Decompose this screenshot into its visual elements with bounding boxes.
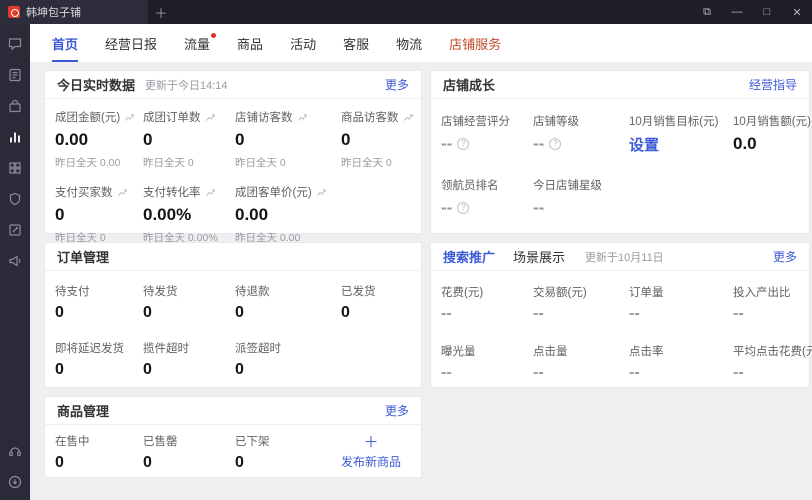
trend-icon <box>117 188 127 196</box>
nav-daily-report[interactable]: 经营日报 <box>105 24 157 62</box>
metric-cell: 今日店铺星级 -- <box>533 180 602 217</box>
metric-cell[interactable]: 在售中 0 <box>55 433 143 472</box>
metric-cell: 平均点击花费(元) -- <box>733 346 812 381</box>
metric-cell: 商品访客数 0 昨日全天 0 <box>341 109 413 170</box>
trend-icon <box>125 113 134 121</box>
card-promotion: 搜索推广 场景展示 更新于10月11日 更多 花费(元) -- 交易额(元) -… <box>430 242 812 388</box>
info-icon[interactable]: ? <box>457 202 470 214</box>
card-title: 商品管理 <box>57 404 110 419</box>
info-icon[interactable]: ? <box>549 138 562 150</box>
card-shop-growth: 店铺成长 经营指导 店铺经营评分 --? 店铺等级 --? 10月销售目标(元)… <box>430 70 811 234</box>
updated-at: 更新于10月11日 <box>585 251 664 264</box>
sidebar <box>0 24 30 500</box>
megaphone-icon[interactable] <box>7 253 23 269</box>
window-controls: ⧉ — □ ✕ <box>692 0 812 24</box>
card-order-management: 订单管理 待支付 0 待发货 0 待退款 0 已发货 0 即将延迟发货 0 揽件… <box>44 242 422 388</box>
red-dot-badge <box>211 33 217 38</box>
metric-cell: 店铺经营评分 --? <box>441 116 510 153</box>
close-icon[interactable]: ✕ <box>782 0 812 24</box>
metric-cell: 成团订单数 0 昨日全天 0 <box>143 109 235 170</box>
trend-icon <box>205 188 215 196</box>
metric-cell: 交易额(元) -- <box>533 287 587 322</box>
publish-product-button[interactable]: ＋ 发布新商品 <box>341 433 415 472</box>
card-realtime-data: 今日实时数据 更新于今日14:14 更多 成团金额(元) 0.00 昨日全天 0… <box>44 70 422 244</box>
metric-cell[interactable]: 即将延迟发货 0 <box>55 340 143 379</box>
window-title: 韩坤包子铺 <box>26 7 81 19</box>
nav-logistics[interactable]: 物流 <box>396 24 422 62</box>
metric-cell: 店铺访客数 0 昨日全天 0 <box>235 109 341 170</box>
popout-icon[interactable]: ⧉ <box>692 0 722 24</box>
updated-at: 更新于今日14:14 <box>145 79 228 92</box>
card-title: 订单管理 <box>57 250 110 265</box>
card-title: 今日实时数据 <box>57 78 136 93</box>
download-icon[interactable] <box>7 474 23 490</box>
metric-cell: 花费(元) -- <box>441 287 484 322</box>
marketing-edit-icon[interactable] <box>7 222 23 238</box>
tab-scene-display[interactable]: 场景展示 <box>513 247 565 266</box>
nav-traffic[interactable]: 流量 <box>184 24 217 62</box>
metric-cell: 点击率 -- <box>629 346 664 381</box>
metric-cell[interactable]: 派签超时 0 <box>235 340 341 379</box>
shop-bag-icon[interactable] <box>7 98 23 114</box>
business-guide-link[interactable]: 经营指导 <box>749 76 797 93</box>
metric-cell: 点击量 -- <box>533 346 568 381</box>
trend-icon <box>205 113 215 121</box>
chat-icon[interactable] <box>7 36 23 52</box>
nav-activities[interactable]: 活动 <box>290 24 316 62</box>
orders-list-icon[interactable] <box>7 67 23 83</box>
dashboard-content: 今日实时数据 更新于今日14:14 更多 成团金额(元) 0.00 昨日全天 0… <box>30 62 812 500</box>
app-logo-icon <box>8 6 20 18</box>
new-tab-icon[interactable]: ＋ <box>148 0 174 24</box>
tab-search-promotion[interactable]: 搜索推广 <box>443 247 495 266</box>
card-product-management: 商品管理 更多 在售中 0 已售罄 0 已下架 0 ＋ 发布新商品 <box>44 396 422 478</box>
metric-cell[interactable]: 待退款 0 <box>235 283 341 322</box>
metric-cell: 支付买家数 0 昨日全天 0 <box>55 184 143 245</box>
metric-cell[interactable]: 已下架 0 <box>235 433 341 472</box>
metric-cell[interactable]: 揽件超时 0 <box>143 340 235 379</box>
more-link[interactable]: 更多 <box>773 248 797 265</box>
nav-products[interactable]: 商品 <box>237 24 263 62</box>
maximize-icon[interactable]: □ <box>752 0 782 24</box>
more-link[interactable]: 更多 <box>385 402 409 419</box>
browser-tab[interactable]: 韩坤包子铺 <box>0 0 148 24</box>
metric-cell: 10月销售额(元) 0.0 <box>733 116 811 153</box>
plus-icon: ＋ <box>363 433 379 451</box>
metric-cell: 店铺等级 --? <box>533 116 579 153</box>
nav-home[interactable]: 首页 <box>52 24 79 62</box>
trend-icon <box>316 188 326 196</box>
top-nav: 首页 经营日报 流量 商品 活动 客服 物流 店铺服务 <box>30 24 812 62</box>
card-title: 店铺成长 <box>443 78 496 93</box>
metric-cell[interactable]: 待发货 0 <box>143 283 235 322</box>
metric-cell: 10月销售目标(元) 设置 <box>629 116 719 155</box>
info-icon[interactable]: ? <box>457 138 470 150</box>
more-link[interactable]: 更多 <box>385 76 409 93</box>
metric-cell: 支付转化率 0.00% 昨日全天 0.00% <box>143 187 218 244</box>
title-bar: 韩坤包子铺 ＋ ⧉ — □ ✕ <box>0 0 812 24</box>
data-chart-icon[interactable] <box>7 129 23 145</box>
nav-customer-service[interactable]: 客服 <box>343 24 369 62</box>
metric-cell[interactable]: 已售罄 0 <box>143 433 235 472</box>
set-sales-target-link[interactable]: 设置 <box>629 134 659 155</box>
metric-cell: 投入产出比 -- <box>733 287 791 322</box>
support-headset-icon[interactable] <box>7 443 23 459</box>
metric-cell[interactable]: 已发货 0 <box>341 283 411 322</box>
trend-icon <box>403 113 413 121</box>
metric-cell: 成团金额(元) 0.00 昨日全天 0.00 <box>55 109 143 170</box>
metric-cell[interactable]: 待支付 0 <box>55 283 143 322</box>
apps-grid-icon[interactable] <box>7 160 23 176</box>
metric-cell: 领航员排名 --? <box>441 180 499 217</box>
metric-cell: 成团客单价(元) 0.00 昨日全天 0.00 <box>235 184 341 245</box>
app-window: 韩坤包子铺 ＋ ⧉ — □ ✕ 首页 经营日报 流量 商品 活动 客服 物流 店… <box>0 0 812 500</box>
nav-shop-services[interactable]: 店铺服务 <box>449 24 501 62</box>
security-shield-icon[interactable] <box>7 191 23 207</box>
minimize-icon[interactable]: — <box>722 0 752 24</box>
metric-cell: 订单量 -- <box>629 287 664 322</box>
metric-cell: 曝光量 -- <box>441 346 476 381</box>
trend-icon <box>297 113 307 121</box>
